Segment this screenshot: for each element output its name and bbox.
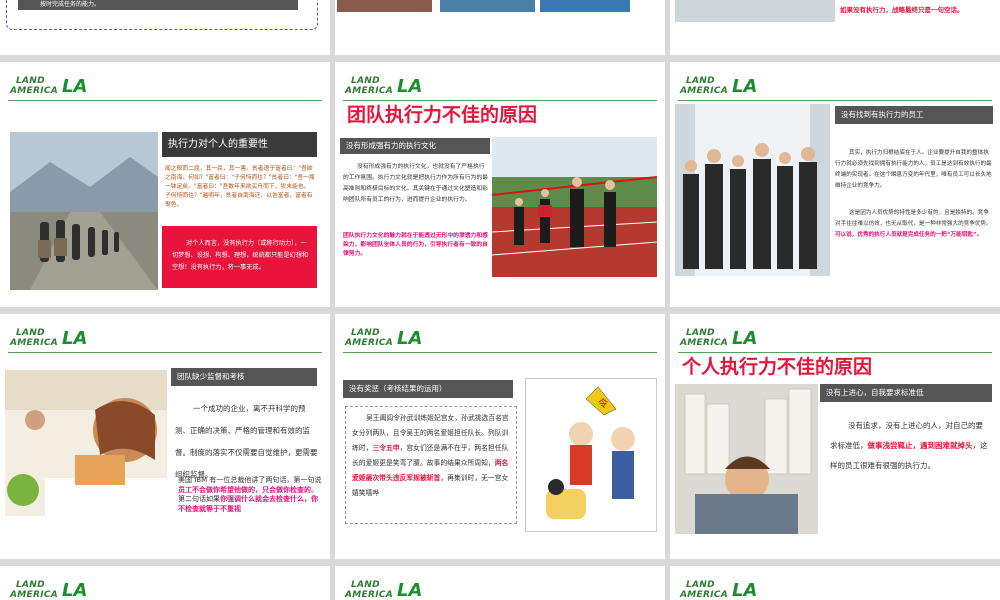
sunwu-cartoon: 令 bbox=[525, 378, 657, 532]
section-header: 没有上进心，自我要求标准低 bbox=[820, 384, 992, 402]
body-text: 一个成功的企业，离不开科学的预测、正确的决策、严格的管理和有效的监督。制度的落实… bbox=[175, 404, 318, 479]
quote-text: 闻之郁而二屈，其一民，其一害。贫者语于富者曰："吾欲之南海，何如？"富者曰："子… bbox=[165, 166, 315, 208]
slide-partial-3[interactable]: LAND AMERICA LA bbox=[670, 566, 1000, 600]
runners-finish-photo bbox=[492, 137, 657, 277]
photo-fragment bbox=[675, 0, 835, 22]
business-team-photo bbox=[675, 104, 830, 276]
header-rule bbox=[8, 352, 322, 353]
photo-fragment-3 bbox=[540, 0, 630, 12]
girl-studying-photo bbox=[5, 370, 167, 516]
body-text-2: 这是因为人员优势的特性是多少有的，且是独特的。竞争对手往往难以仿效，也无从取代，… bbox=[835, 210, 992, 238]
slide-no-staff[interactable]: LAND AMERICA LA 没有找到有执行力的员工 其实，执行力归根结底在于人。… bbox=[670, 62, 1000, 307]
monks-walking-photo bbox=[10, 132, 158, 290]
page-title: 个人执行力不佳的原因 bbox=[682, 356, 873, 378]
section-header: 没有形成强有力的执行文化 bbox=[340, 138, 490, 154]
tired-worker-photo bbox=[675, 384, 818, 534]
photo-fragment-2 bbox=[440, 0, 535, 12]
story-box: 吴王阖闾令孙武训练姬妃宫女，孙武挑选百名宫女分列两队，且令吴王的两名爱姬担任队长… bbox=[345, 406, 517, 524]
story-text: 吴王阖闾令孙武训练姬妃宫女，孙武挑选百名宫女分列两队，且令吴王的两名爱姬担任队长… bbox=[352, 414, 509, 497]
slide-no-rewards[interactable]: LAND AMERICA LA 没有奖惩（考核结果的运用） 吴王阖闾令孙武训练姬妃宫… bbox=[335, 314, 665, 559]
section-header: 没有奖惩（考核结果的运用） bbox=[343, 380, 513, 398]
slide-team-reasons[interactable]: LAND AMERICA LA 团队执行力不佳的原因 没有形成强有力的执行文化 没有… bbox=[335, 62, 665, 307]
body-text-1: 其实，执行力归根结底在于人。企业要提升自我的整体执行力就必须先找到拥有执行能力的… bbox=[835, 150, 992, 189]
red-callout: 对个人而言，没有执行力（或称行动力），一切梦想、设想、构想、理想，统统都只能是幻… bbox=[162, 226, 317, 288]
page-title: 团队执行力不佳的原因 bbox=[347, 104, 538, 126]
flag-glyph: 令 bbox=[598, 397, 608, 410]
top-red-text: 如果没有执行力，战略最终只是一句空话。 bbox=[840, 6, 964, 14]
highlight-text: 团队执行力文化的魅力就在于能透过无形中的渗透力和感染力，影响团队全体人员的行为，… bbox=[343, 233, 488, 257]
section-header: 执行力对个人的重要性 bbox=[162, 132, 317, 157]
body-text: 没有追求，没有上进心的人，对自己的要求标准低，做事浅尝辄止，遇到困难就掉头，这样… bbox=[830, 421, 988, 470]
header-rule bbox=[678, 100, 992, 101]
slide-personal-reasons[interactable]: LAND AMERICA LA 个人执行力不佳的原因 没有上进心，自我要求标准低 没… bbox=[670, 314, 1000, 559]
slide-importance[interactable]: LAND AMERICA LA 执行力对个人的重要性 闻之郁而二屈，其一民，其一害。… bbox=[0, 62, 330, 307]
landamerica-logo: LAND AMERICA LA bbox=[345, 580, 423, 600]
photo-fragment-1 bbox=[337, 0, 432, 12]
slide-top-1[interactable]: 按时完成任务的能力。 bbox=[0, 0, 330, 55]
section-header: 团队缺少监督和考核 bbox=[171, 368, 317, 386]
ibm-quote: 美国 IBM 有一位总裁他讲了两句话，第一句说员工不会做你希望他做的，只会做你检… bbox=[178, 476, 322, 513]
section-header: 没有找到有执行力的员工 bbox=[835, 106, 993, 124]
slide-top-2[interactable] bbox=[335, 0, 665, 55]
slide-partial-1[interactable]: LAND AMERICA LA bbox=[0, 566, 330, 600]
slide-partial-2[interactable]: LAND AMERICA LA bbox=[335, 566, 665, 600]
dashed-box bbox=[6, 0, 318, 30]
landamerica-logo: LAND AMERICA LA bbox=[680, 580, 758, 600]
red-callout-text: 对个人而言，没有执行力（或称行动力），一切梦想、设想、构想、理想，统统都只能是幻… bbox=[172, 240, 309, 271]
header-rule bbox=[8, 100, 322, 101]
header-rule bbox=[343, 352, 657, 353]
landamerica-logo: LAND AMERICA LA bbox=[10, 580, 88, 600]
slide-supervision[interactable]: LAND AMERICA LA 团队缺少监督和考核 一个成功的企业，离不开科学的预测… bbox=[0, 314, 330, 559]
slide-top-3[interactable]: 如果没有执行力，战略最终只是一句空话。 bbox=[670, 0, 1000, 55]
body-text: 没有形成强有力的执行文化，也就没有了严格执行的工作氛围。执行力文化就是把执行力作… bbox=[343, 164, 488, 203]
